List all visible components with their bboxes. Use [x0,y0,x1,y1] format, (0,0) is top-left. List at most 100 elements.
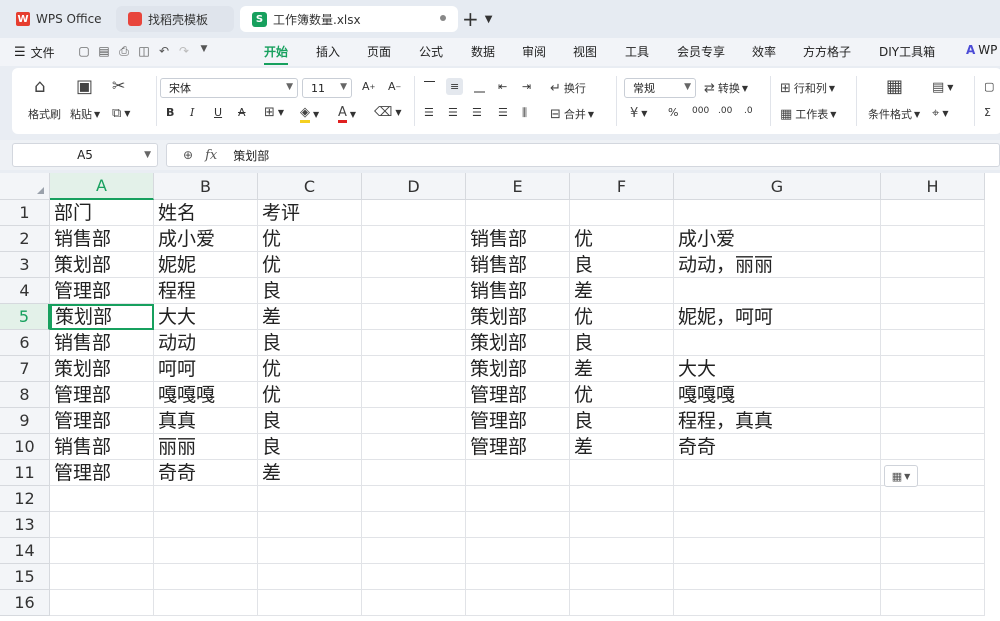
indent-increase-icon[interactable]: ⇥ [522,80,531,93]
cell-h8[interactable] [881,382,985,408]
select-all-corner[interactable] [0,173,50,200]
paste-options-button[interactable]: ▦ ▼ [884,465,918,487]
cell-g10[interactable]: 奇奇 [674,434,881,460]
cell-h16[interactable] [881,590,985,616]
cell-c16[interactable] [258,590,362,616]
cell-a11[interactable]: 管理部 [50,460,154,486]
symbol-button[interactable]: ⌖ ▼ [932,106,948,121]
cell-a13[interactable] [50,512,154,538]
menu-page[interactable]: 页面 [367,43,391,60]
row-header-13[interactable]: 13 [0,512,50,538]
cell-d15[interactable] [362,564,466,590]
align-bottom-icon[interactable]: ⎽ [474,80,485,94]
cell-a4[interactable]: 管理部 [50,278,154,304]
tab-workbook[interactable]: S 工作簿数量.xlsx [240,6,458,32]
font-size-select[interactable]: 11 ▼ [302,78,352,98]
thousands-separator-icon[interactable]: 000 [692,106,709,116]
cell-b11[interactable]: 奇奇 [154,460,258,486]
decrease-decimal-icon[interactable]: .0 [744,106,753,116]
italic-icon[interactable]: I [190,106,194,119]
cell-h5[interactable] [881,304,985,330]
sum-table-icon[interactable]: ▢ [984,80,994,93]
cell-c5[interactable]: 差 [258,304,362,330]
cell-a7[interactable]: 策划部 [50,356,154,382]
cell-f13[interactable] [570,512,674,538]
row-header-7[interactable]: 7 [0,356,50,382]
cell-e4[interactable]: 销售部 [466,278,570,304]
row-header-2[interactable]: 2 [0,226,50,252]
row-header-16[interactable]: 16 [0,590,50,616]
column-header-e[interactable]: E [466,173,570,200]
cell-f4[interactable]: 差 [570,278,674,304]
cell-c1[interactable]: 考评 [258,200,362,226]
formula-input[interactable]: ⊕ fx 策划部 [166,143,1000,167]
cell-a14[interactable] [50,538,154,564]
cell-d14[interactable] [362,538,466,564]
menu-data[interactable]: 数据 [471,43,495,60]
cell-f11[interactable] [570,460,674,486]
new-tab-button[interactable]: + ▼ [462,7,504,31]
format-painter-button[interactable]: 格式刷 [28,106,61,122]
copy-button[interactable]: ⧉ ▼ [112,106,130,121]
number-format-select[interactable]: 常规 ▼ [624,78,696,98]
cell-d2[interactable] [362,226,466,252]
cell-c9[interactable]: 良 [258,408,362,434]
cell-g11[interactable] [674,460,881,486]
cell-f7[interactable]: 差 [570,356,674,382]
cell-c15[interactable] [258,564,362,590]
cell-b12[interactable] [154,486,258,512]
borders-button[interactable]: ⊞ ▼ [264,105,284,120]
cell-e1[interactable] [466,200,570,226]
cell-h6[interactable] [881,330,985,356]
column-header-d[interactable]: D [362,173,466,200]
cell-e8[interactable]: 管理部 [466,382,570,408]
decrease-font-icon[interactable]: A − [388,80,401,93]
row-header-6[interactable]: 6 [0,330,50,356]
tab-template[interactable]: 找稻壳模板 [116,6,234,32]
cell-h12[interactable] [881,486,985,512]
menu-formula[interactable]: 公式 [419,43,443,60]
cut-icon[interactable]: ✂ [112,76,125,95]
cell-f6[interactable]: 良 [570,330,674,356]
increase-font-icon[interactable]: A + [362,80,375,93]
cell-g15[interactable] [674,564,881,590]
cell-c3[interactable]: 优 [258,252,362,278]
merge-button[interactable]: ⊟ 合并 ▼ [550,106,594,122]
cell-h3[interactable] [881,252,985,278]
undo-icon[interactable]: ↶ [154,44,174,59]
cell-d3[interactable] [362,252,466,278]
cell-b14[interactable] [154,538,258,564]
cell-b7[interactable]: 呵呵 [154,356,258,382]
chevron-down-icon[interactable]: ▼ [194,44,214,59]
cell-h9[interactable] [881,408,985,434]
cell-b4[interactable]: 程程 [154,278,258,304]
row-col-button[interactable]: ⊞ 行和列 ▼ [780,80,835,96]
menu-vip[interactable]: 会员专享 [677,43,725,60]
currency-button[interactable]: ¥ ▼ [630,106,647,121]
row-header-15[interactable]: 15 [0,564,50,590]
row-header-8[interactable]: 8 [0,382,50,408]
cell-e9[interactable]: 管理部 [466,408,570,434]
cell-e15[interactable] [466,564,570,590]
align-middle-icon[interactable]: ≡ [446,78,464,95]
cell-f2[interactable]: 优 [570,226,674,252]
cell-f9[interactable]: 良 [570,408,674,434]
cell-d11[interactable] [362,460,466,486]
spreadsheet-grid[interactable]: A B C D E F G H 1 部门 姓名 考评 2 销售部 成小爱优销售部优成小爱 3 策划部 妮妮优销售部… [0,173,1000,621]
underline-icon[interactable]: U [214,106,222,119]
column-header-g[interactable]: G [674,173,881,200]
cell-e13[interactable] [466,512,570,538]
column-header-a[interactable]: A [50,173,154,200]
menu-diy-toolbox[interactable]: DIY工具箱 [879,43,935,60]
cell-g1[interactable] [674,200,881,226]
column-header-b[interactable]: B [154,173,258,200]
cell-b9[interactable]: 真真 [154,408,258,434]
cell-c2[interactable]: 优 [258,226,362,252]
cell-d16[interactable] [362,590,466,616]
wrap-text-button[interactable]: ↵ 换行 [550,80,586,96]
menu-view[interactable]: 视图 [573,43,597,60]
cell-e16[interactable] [466,590,570,616]
cell-e6[interactable]: 策划部 [466,330,570,356]
chevron-down-icon[interactable]: ▼ [485,14,493,25]
paste-button[interactable]: 粘贴 ▼ [70,106,100,122]
